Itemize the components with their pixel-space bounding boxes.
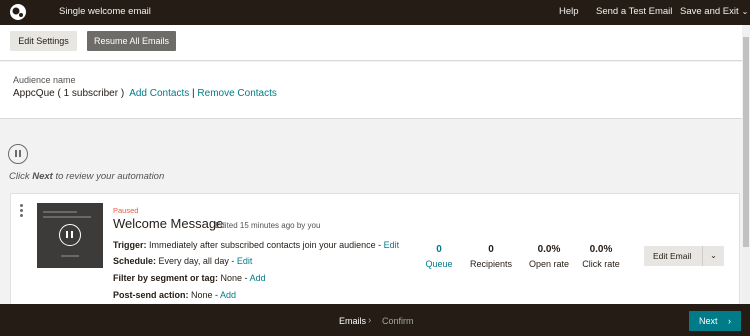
hint-suffix: to review your automation (52, 171, 165, 182)
send-test-email-link[interactable]: Send a Test Email (596, 6, 672, 17)
click-rate-label: Click rate (582, 259, 620, 269)
audience-panel: Audience name AppcQue ( 1 subscriber ) A… (0, 62, 742, 119)
trigger-row: Trigger: Immediately after subscribed co… (113, 240, 399, 250)
status-badge: Paused (113, 206, 139, 215)
more-options-icon[interactable] (20, 204, 26, 218)
edited-timestamp: Edited 15 minutes ago by you (215, 221, 321, 230)
queue-label: Queue (425, 259, 453, 269)
save-and-exit-menu[interactable]: Save and Exit ⌄ (680, 6, 748, 17)
post-send-label: Post-send action: (113, 290, 189, 300)
post-send-value: None - (188, 290, 221, 300)
help-link[interactable]: Help (559, 6, 579, 17)
vertical-scrollbar[interactable] (742, 25, 750, 304)
add-post-send-link[interactable]: Add (220, 290, 236, 300)
edit-settings-button[interactable]: Edit Settings (10, 31, 77, 51)
post-send-row: Post-send action: None - Add (113, 290, 236, 300)
audience-label: Audience name (13, 75, 76, 85)
toolbar: Edit Settings Resume All Emails (0, 25, 742, 61)
chevron-right-icon: › (368, 315, 372, 326)
edit-email-label: Edit Email (653, 251, 692, 261)
add-contacts-link[interactable]: Add Contacts (129, 88, 189, 99)
add-filter-link[interactable]: Add (250, 273, 266, 283)
thumb-line (61, 255, 79, 257)
hint-next: Next (32, 171, 53, 182)
step-emails[interactable]: Emails (339, 316, 366, 326)
click-rate-stat: 0.0% Click rate (571, 244, 631, 269)
trigger-label: Trigger: (113, 240, 147, 250)
chevron-right-icon: › (728, 316, 731, 326)
chevron-down-icon[interactable]: ⌄ (702, 246, 724, 266)
next-label: Next (699, 316, 718, 326)
chevron-down-icon: ⌄ (741, 7, 749, 16)
email-card: Paused Welcome Message Edited 15 minutes… (10, 193, 740, 313)
thumb-line (43, 211, 77, 213)
next-button[interactable]: Next › (689, 311, 741, 331)
hint-prefix: Click (9, 171, 33, 182)
recipients-stat: 0 Recipients (461, 244, 521, 269)
recipients-count: 0 (488, 244, 494, 255)
email-thumbnail[interactable] (37, 203, 103, 268)
edit-email-button[interactable]: Edit Email ⌄ (644, 246, 724, 266)
audience-name: AppcQue ( 1 subscriber ) (13, 88, 125, 99)
filter-row: Filter by segment or tag: None - Add (113, 273, 266, 283)
filter-label: Filter by segment or tag: (113, 273, 219, 283)
review-hint: Click Next to review your automation (9, 171, 164, 182)
top-bar: Single welcome email Help Send a Test Em… (0, 0, 750, 25)
filter-value: None - (218, 273, 250, 283)
automation-title: Single welcome email (59, 6, 151, 17)
queue-stat[interactable]: 0 Queue (409, 244, 469, 269)
open-rate-stat: 0.0% Open rate (519, 244, 579, 269)
mailchimp-logo-icon[interactable] (8, 2, 28, 22)
footer-bar: Emails › Confirm Next › (0, 304, 750, 336)
email-title: Welcome Message (113, 216, 224, 231)
audience-line: AppcQue ( 1 subscriber ) Add Contacts | … (13, 88, 277, 99)
recipients-label: Recipients (469, 259, 513, 269)
queue-count: 0 (436, 244, 442, 255)
open-rate-value: 0.0% (537, 244, 561, 255)
thumb-line (43, 216, 91, 218)
remove-contacts-link[interactable]: Remove Contacts (197, 88, 276, 99)
click-rate-value: 0.0% (589, 244, 613, 255)
scrollbar-thumb[interactable] (743, 37, 749, 247)
schedule-label: Schedule: (113, 256, 157, 266)
resume-all-emails-button[interactable]: Resume All Emails (87, 31, 176, 51)
open-rate-label: Open rate (528, 259, 570, 269)
pause-icon (8, 144, 28, 164)
schedule-row: Schedule: Every day, all day - Edit (113, 256, 252, 266)
edit-schedule-link[interactable]: Edit (237, 256, 253, 266)
edit-trigger-link[interactable]: Edit (384, 240, 400, 250)
pause-icon (59, 224, 81, 246)
link-separator: | (192, 88, 195, 99)
trigger-value: Immediately after subscribed contacts jo… (146, 240, 384, 250)
schedule-value: Every day, all day - (156, 256, 237, 266)
save-and-exit-label: Save and Exit (680, 6, 739, 17)
step-confirm[interactable]: Confirm (382, 316, 414, 326)
